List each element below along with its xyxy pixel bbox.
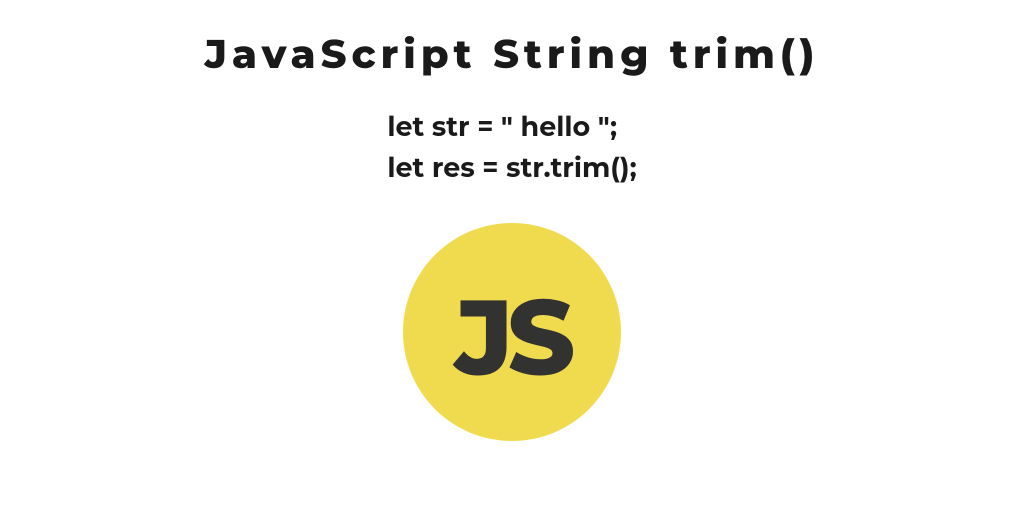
page-title: JavaScript String trim()	[205, 30, 820, 79]
js-logo-badge: JS	[403, 223, 621, 441]
code-line-1: let str = " hello ";	[387, 107, 636, 148]
code-line-2: let res = str.trim();	[387, 148, 636, 189]
code-example: let str = " hello "; let res = str.trim(…	[387, 107, 636, 188]
js-logo-text: JS	[455, 273, 569, 401]
